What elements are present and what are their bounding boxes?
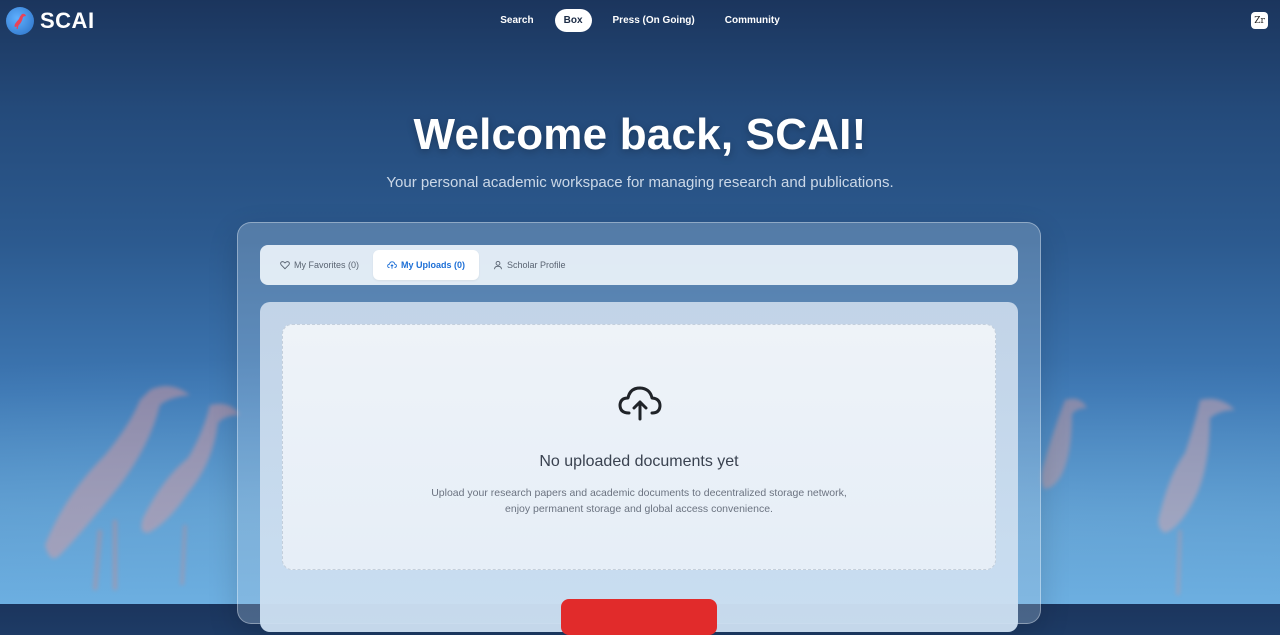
nav-box[interactable]: Box: [554, 9, 592, 32]
main-nav: Search Box Press (On Going) Community: [0, 9, 1280, 32]
nav-search[interactable]: Search: [491, 9, 542, 32]
tab-scholar-profile[interactable]: Scholar Profile: [479, 250, 580, 280]
tab-label: My Favorites (0): [294, 260, 360, 270]
user-icon: [494, 260, 502, 270]
cloud-upload-icon: [618, 386, 662, 421]
workspace-tabs: My Favorites (0) My Uploads (0) Scholar …: [260, 245, 1018, 285]
tab-label: Scholar Profile: [507, 260, 566, 270]
tab-label: My Uploads (0): [401, 260, 466, 270]
bird-silhouette-right-2: [1041, 398, 1087, 489]
upload-button[interactable]: [561, 599, 717, 635]
tab-my-favorites[interactable]: My Favorites (0): [266, 250, 373, 280]
user-avatar-badge[interactable]: Zr: [1251, 12, 1268, 29]
tab-my-uploads[interactable]: My Uploads (0): [373, 250, 480, 280]
bird-silhouette-left-2: [141, 403, 240, 586]
empty-state-title: No uploaded documents yet: [539, 453, 739, 470]
top-navigation-bar: SCAI Search Box Press (On Going) Communi…: [0, 0, 1280, 42]
page-subtitle: Your personal academic workspace for man…: [386, 174, 894, 191]
cloud-upload-icon: [387, 261, 397, 269]
empty-state-description: Upload your research papers and academic…: [431, 487, 847, 515]
heart-icon: [280, 261, 290, 270]
page-title: Welcome back, SCAI!: [413, 110, 867, 159]
nav-press[interactable]: Press (On Going): [604, 9, 704, 32]
nav-community[interactable]: Community: [716, 9, 789, 32]
bird-silhouette-left: [45, 386, 190, 591]
uploads-panel: No uploaded documents yet Upload your re…: [260, 302, 1018, 635]
workspace-card: My Favorites (0) My Uploads (0) Scholar …: [237, 222, 1041, 635]
upload-dropzone[interactable]: No uploaded documents yet Upload your re…: [282, 324, 996, 570]
bird-silhouette-right: [1158, 398, 1235, 596]
